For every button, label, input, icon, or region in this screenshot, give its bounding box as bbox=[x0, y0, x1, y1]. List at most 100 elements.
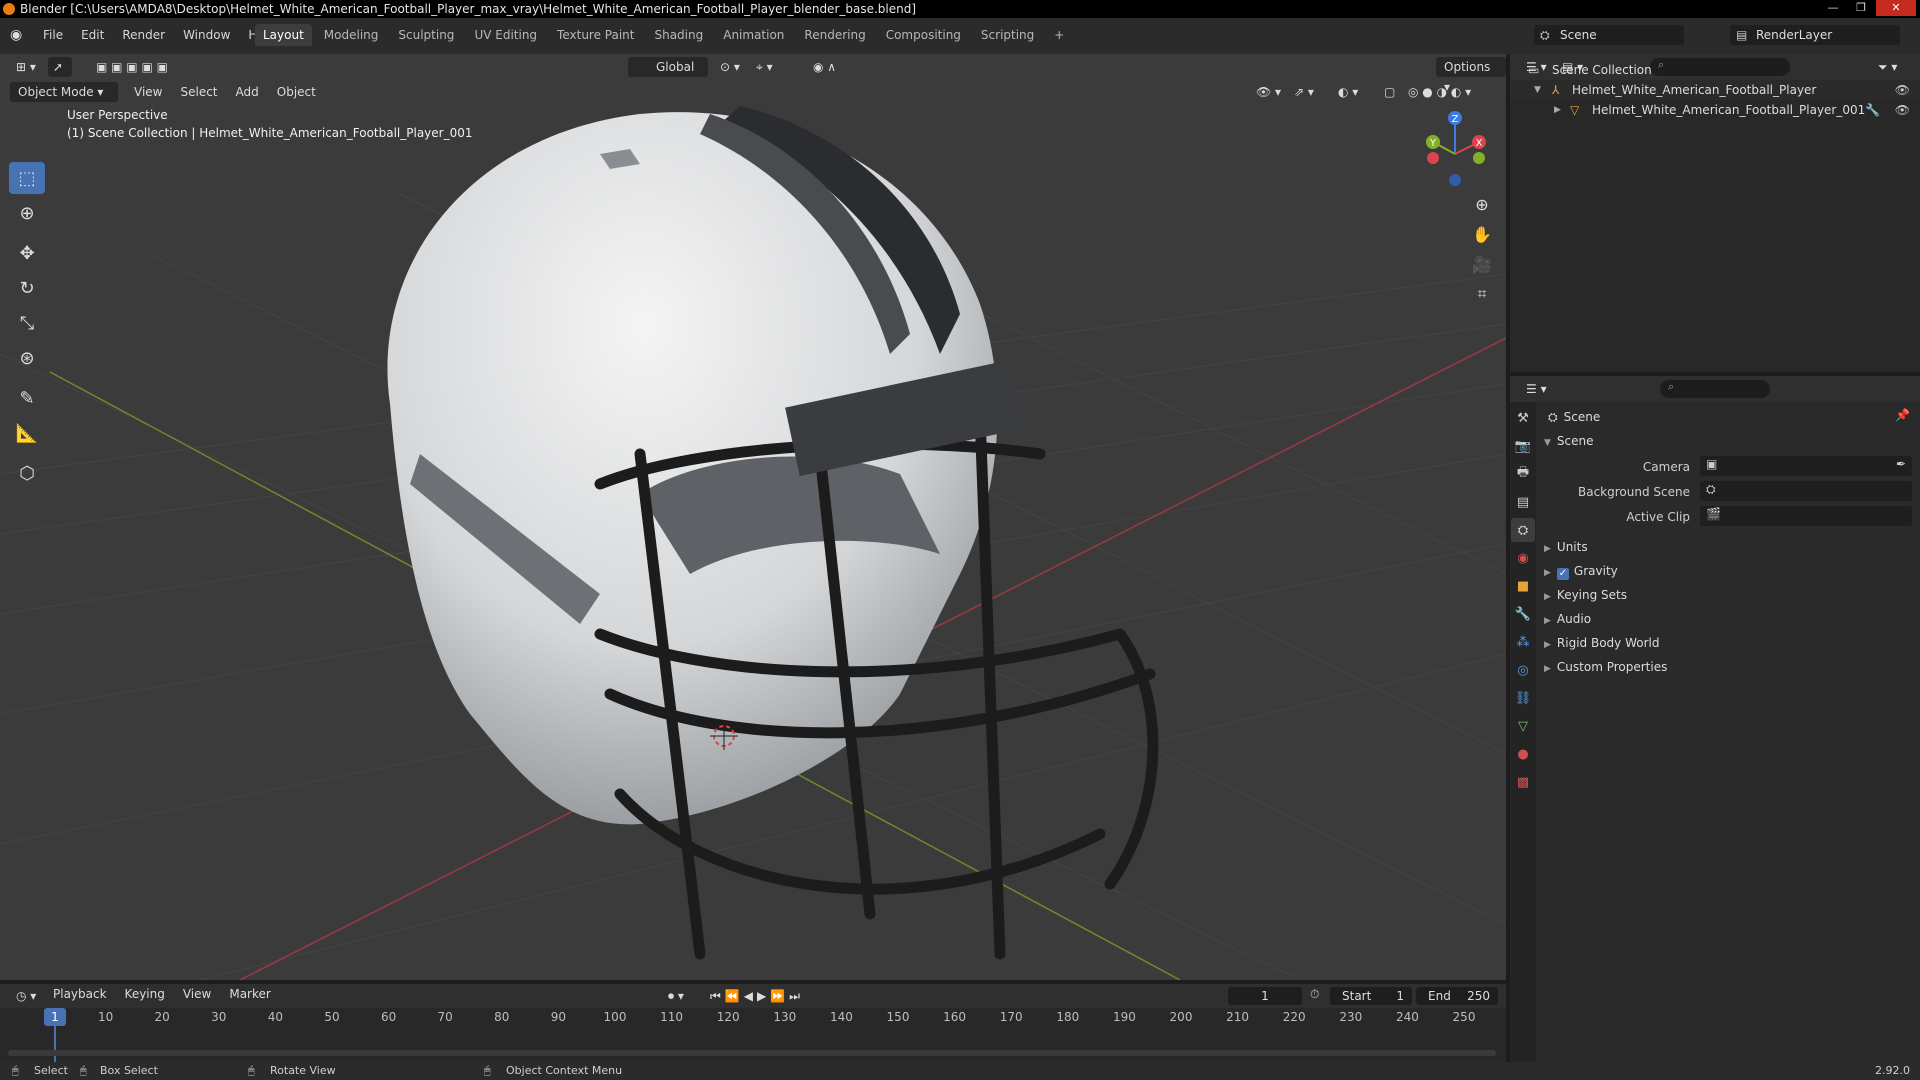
gizmo-toggle-icon[interactable]: ⇗ ▾ bbox=[1286, 82, 1322, 102]
menu-add[interactable]: Add bbox=[227, 83, 268, 101]
audio-section[interactable]: ▶ Audio bbox=[1544, 608, 1591, 630]
proportional-edit-icon[interactable]: ◉ ∧ bbox=[805, 57, 844, 77]
constraints-tab-icon[interactable]: ⛓ bbox=[1511, 686, 1535, 710]
visibility-eye-icon[interactable]: 👁 bbox=[1895, 80, 1910, 100]
add-cube-tool-icon[interactable]: ⬡ bbox=[9, 457, 45, 489]
tab-sculpting[interactable]: Sculpting bbox=[390, 24, 462, 46]
editor-type-icon[interactable]: ⊞ ▾ bbox=[8, 57, 44, 77]
modifier-tab-icon[interactable]: 🔧 bbox=[1511, 602, 1535, 626]
tab-layout[interactable]: Layout bbox=[255, 24, 312, 46]
menu-keying[interactable]: Keying bbox=[116, 985, 174, 1003]
rotate-tool-icon[interactable]: ↻ bbox=[9, 272, 45, 304]
3d-viewport[interactable]: Z X Y ⊞ ▾ ➚ ▣ ▣ ▣ ▣ ▣ Global ⊙ ▾ ⌖ ▾ ◉ ∧… bbox=[0, 54, 1506, 980]
tab-uv-editing[interactable]: UV Editing bbox=[466, 24, 545, 46]
object-tab-icon[interactable]: ■ bbox=[1511, 574, 1535, 598]
material-tab-icon[interactable]: ● bbox=[1511, 742, 1535, 766]
keying-sets-section[interactable]: ▶ Keying Sets bbox=[1544, 584, 1627, 606]
tab-texture-paint[interactable]: Texture Paint bbox=[549, 24, 642, 46]
pan-hand-icon[interactable]: ✋ bbox=[1468, 220, 1496, 248]
tab-modeling[interactable]: Modeling bbox=[316, 24, 387, 46]
tab-shading[interactable]: Shading bbox=[646, 24, 711, 46]
measure-tool-icon[interactable]: 📐 bbox=[9, 417, 45, 449]
gravity-section[interactable]: ▶ ✓ Gravity bbox=[1544, 560, 1618, 582]
tab-compositing[interactable]: Compositing bbox=[878, 24, 969, 46]
menu-view[interactable]: View bbox=[125, 83, 171, 101]
cursor-tool-icon[interactable]: ⊕ bbox=[9, 197, 45, 229]
scene-panel-header[interactable]: ▼ Scene bbox=[1544, 430, 1594, 452]
menu-view[interactable]: View bbox=[174, 985, 220, 1003]
camera-field[interactable]: ▣ ✒ bbox=[1700, 456, 1912, 476]
annotate-tool-icon[interactable]: ✎ bbox=[9, 382, 45, 414]
outliner-root[interactable]: ▭ Scene Collection bbox=[1510, 60, 1920, 80]
current-frame-field[interactable]: 1 bbox=[1228, 987, 1302, 1005]
expand-arrow-icon[interactable]: ▶ bbox=[1554, 100, 1561, 120]
tool-tab-icon[interactable]: ⚒ bbox=[1511, 406, 1535, 430]
outliner-item[interactable]: ▶ ▽ Helmet_White_American_Football_Playe… bbox=[1510, 100, 1920, 120]
properties-editor-type-icon[interactable]: ☰ ▾ bbox=[1518, 379, 1555, 399]
tab-animation[interactable]: Animation bbox=[715, 24, 792, 46]
outliner-item[interactable]: ▼ ⅄ Helmet_White_American_Football_Playe… bbox=[1510, 80, 1920, 100]
blender-menu-icon[interactable]: ◉ bbox=[10, 27, 26, 43]
record-icon[interactable]: ⏺ ▾ bbox=[660, 986, 692, 1006]
menu-object[interactable]: Object bbox=[268, 83, 325, 101]
visibility-icon[interactable]: 👁 ▾ bbox=[1248, 82, 1289, 102]
texture-tab-icon[interactable]: ▩ bbox=[1511, 770, 1535, 794]
visibility-eye-icon[interactable]: 👁 bbox=[1895, 100, 1910, 120]
start-frame-field[interactable]: Start 1 bbox=[1330, 987, 1412, 1005]
units-section[interactable]: ▶ Units bbox=[1544, 536, 1588, 558]
select-box-tool-icon[interactable]: ⬚ bbox=[9, 162, 45, 194]
eyedropper-icon[interactable]: ✒ bbox=[1896, 457, 1906, 471]
scale-tool-icon[interactable]: ⤡ bbox=[9, 307, 45, 339]
tab-scripting[interactable]: Scripting bbox=[973, 24, 1042, 46]
menu-select[interactable]: Select bbox=[171, 83, 226, 101]
frame-ruler[interactable]: 10 20 30 40 50 60 70 80 90 100 110 120 130 140 150 160 1… bbox=[0, 1008, 1506, 1028]
view-layer-selector[interactable]: ▤ RenderLayer bbox=[1730, 25, 1900, 45]
menu-playback[interactable]: Playback bbox=[44, 985, 116, 1003]
menu-edit[interactable]: Edit bbox=[72, 26, 113, 44]
menu-file[interactable]: File bbox=[34, 26, 72, 44]
shading-mode-icons[interactable]: ◎ ● ◑ ◐ ▾ bbox=[1400, 82, 1479, 102]
background-scene-field[interactable]: ⛭ bbox=[1700, 481, 1912, 501]
timeline-scrollbar[interactable] bbox=[8, 1050, 1496, 1056]
render-tab-icon[interactable]: 📷 bbox=[1511, 434, 1535, 458]
mode-dropdown[interactable]: Object Mode ▾ bbox=[10, 82, 118, 102]
world-tab-icon[interactable]: ◉ bbox=[1511, 546, 1535, 570]
selection-mode-icons[interactable]: ▣ ▣ ▣ ▣ ▣ bbox=[88, 57, 176, 77]
active-clip-field[interactable]: 🎬 bbox=[1700, 506, 1912, 526]
perspective-toggle-icon[interactable]: ⌗ bbox=[1468, 280, 1496, 308]
move-tool-icon[interactable]: ✥ bbox=[9, 237, 45, 269]
minimize-button[interactable]: — bbox=[1820, 0, 1846, 16]
tab-rendering[interactable]: Rendering bbox=[796, 24, 873, 46]
options-dropdown[interactable]: Options ▾ bbox=[1436, 57, 1506, 94]
overlays-icon[interactable]: ◐ ▾ bbox=[1330, 82, 1366, 102]
snap-icon[interactable]: ⌖ ▾ bbox=[748, 57, 781, 77]
properties-search-input[interactable]: ⌕ bbox=[1660, 380, 1770, 398]
camera-view-icon[interactable]: 🎥 bbox=[1468, 250, 1496, 278]
playback-controls[interactable]: ⏮⏪◀▶⏩⏭ bbox=[702, 986, 812, 1006]
playhead[interactable]: 1 bbox=[44, 1008, 66, 1026]
zoom-icon[interactable]: ⊕ bbox=[1468, 190, 1496, 218]
transform-tool-icon[interactable]: ⊛ bbox=[9, 342, 45, 374]
menu-marker[interactable]: Marker bbox=[220, 985, 279, 1003]
close-button[interactable]: ✕ bbox=[1876, 0, 1916, 16]
data-tab-icon[interactable]: ▽ bbox=[1511, 714, 1535, 738]
custom-properties-section[interactable]: ▶ Custom Properties bbox=[1544, 656, 1667, 678]
end-frame-field[interactable]: End 250 bbox=[1416, 987, 1498, 1005]
gravity-checkbox[interactable]: ✓ bbox=[1556, 568, 1569, 580]
particles-tab-icon[interactable]: ⁂ bbox=[1511, 630, 1535, 654]
menu-render[interactable]: Render bbox=[113, 26, 174, 44]
select-tool-icon[interactable]: ➚ bbox=[48, 57, 72, 77]
physics-tab-icon[interactable]: ◎ bbox=[1511, 658, 1535, 682]
modifier-wrench-icon[interactable]: 🔧 bbox=[1865, 100, 1880, 120]
pin-icon[interactable]: 📌 bbox=[1895, 408, 1910, 422]
rigid-body-world-section[interactable]: ▶ Rigid Body World bbox=[1544, 632, 1659, 654]
transform-orientation-dropdown[interactable]: Global bbox=[628, 57, 708, 77]
expand-arrow-icon[interactable]: ▼ bbox=[1534, 80, 1541, 100]
add-workspace-button[interactable]: + bbox=[1046, 24, 1072, 46]
timeline-editor-type-icon[interactable]: ◷ ▾ bbox=[8, 986, 44, 1006]
maximize-button[interactable]: ❐ bbox=[1848, 0, 1874, 16]
menu-window[interactable]: Window bbox=[174, 26, 239, 44]
pivot-point-icon[interactable]: ⊙ ▾ bbox=[712, 57, 748, 77]
scene-selector[interactable]: ⛭ Scene bbox=[1534, 25, 1684, 45]
clock-icon[interactable]: ⏱ bbox=[1310, 987, 1319, 1002]
